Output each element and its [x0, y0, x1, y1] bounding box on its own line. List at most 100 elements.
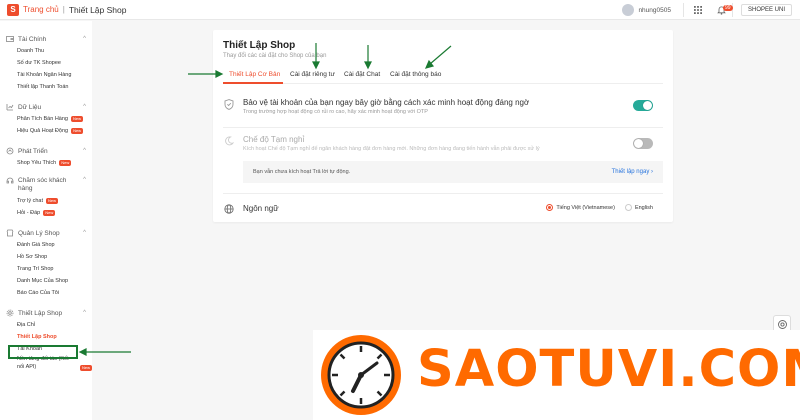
- vacation-description: Kích hoạt Chế độ Tạm nghỉ để ngăn khách …: [243, 146, 540, 152]
- growth-icon: [6, 147, 14, 155]
- sidebar-section-growth: Phát Triển ^ Shop Yêu Thích New: [0, 145, 92, 169]
- sidebar-section-header[interactable]: Chăm sóc khách hàng ^: [0, 177, 92, 193]
- language-radio-group: Tiếng Việt (Vietnamese) English: [546, 204, 653, 211]
- setup-now-label: Thiết lập ngay: [611, 169, 650, 175]
- sidebar-section-header[interactable]: Dữ Liệu ^: [0, 101, 92, 113]
- sidebar: Tài Chính ^ Doanh Thu Số dư TK Shopee Tà…: [0, 21, 92, 420]
- chevron-up-icon[interactable]: ^: [83, 36, 86, 42]
- divider: [223, 127, 663, 128]
- sidebar-item-shop-settings[interactable]: Thiết Lập Shop: [17, 331, 92, 343]
- vacation-toggle[interactable]: [633, 138, 653, 149]
- security-title: Bảo vệ tài khoản của bạn ngay bây giờ bằ…: [243, 98, 530, 107]
- settings-tabs: Thiết Lập Cơ Bản Cài đặt riêng tư Cài đặ…: [223, 68, 663, 84]
- tab-chat-settings[interactable]: Cài đặt Chat: [344, 71, 380, 78]
- sidebar-section-header[interactable]: Thiết Lập Shop ^: [0, 307, 92, 319]
- sidebar-item-label: Shop Yêu Thích: [17, 160, 57, 166]
- sidebar-item-my-reports[interactable]: Báo Cáo Của Tôi: [17, 287, 92, 299]
- active-item-highlight-box: [8, 345, 78, 359]
- notification-bell-icon[interactable]: 99: [712, 4, 733, 15]
- sidebar-item-performance[interactable]: Hiệu Quả Hoạt Động New: [17, 125, 92, 137]
- chart-icon: [6, 103, 14, 111]
- language-title: Ngôn ngữ: [243, 204, 279, 213]
- store-icon: [6, 229, 14, 237]
- sidebar-item-payment-settings[interactable]: Thiết lập Thanh Toán: [17, 81, 92, 93]
- sidebar-item-sales-analysis[interactable]: Phân Tích Bán Hàng New: [17, 113, 92, 125]
- tab-privacy-settings[interactable]: Cài đặt riêng tư: [290, 71, 335, 78]
- sidebar-item-shop-decoration[interactable]: Trang Trí Shop: [17, 263, 92, 275]
- sidebar-item-shop-rating[interactable]: Đánh Giá Shop: [17, 239, 92, 251]
- toggle-knob: [634, 139, 643, 148]
- sidebar-item-label: Phân Tích Bán Hàng: [17, 116, 68, 122]
- sidebar-section-header[interactable]: Tài Chính ^: [0, 33, 92, 45]
- page-subtitle: Thay đổi các cài đặt cho Shop của bạn: [223, 53, 327, 59]
- avatar[interactable]: [622, 4, 635, 16]
- moon-icon: [223, 135, 235, 147]
- sidebar-section-header[interactable]: Phát Triển ^: [0, 145, 92, 157]
- breadcrumb-current: Thiết Lập Shop: [68, 4, 127, 15]
- chevron-up-icon[interactable]: ^: [83, 310, 86, 316]
- sidebar-section-shop-settings: Thiết Lập Shop ^ Địa Chỉ Thiết Lập Shop …: [0, 307, 92, 371]
- radio-vietnamese[interactable]: [546, 204, 554, 211]
- breadcrumb-home[interactable]: Trang chủ: [23, 5, 59, 14]
- security-description: Trong trường hợp hoạt động có rủi ro cao…: [243, 109, 428, 115]
- new-badge: New: [59, 160, 72, 166]
- sidebar-section-title: Chăm sóc khách hàng: [18, 177, 67, 192]
- new-badge: New: [43, 210, 56, 216]
- sidebar-section-customer-care: Chăm sóc khách hàng ^ Trợ lý chat New Hỏi…: [0, 177, 92, 219]
- sidebar-item-label: Trợ lý chat: [17, 198, 44, 204]
- radio-english[interactable]: [624, 204, 632, 211]
- watermark-banner: SAOTUVI.COM: [313, 330, 800, 420]
- security-row: Bảo vệ tài khoản của bạn ngay bây giờ bằ…: [223, 98, 663, 122]
- sidebar-item-balance[interactable]: Số dư TK Shopee: [17, 57, 92, 69]
- username[interactable]: nhung0505: [638, 7, 671, 14]
- new-badge: New: [70, 116, 83, 122]
- shop-name-button[interactable]: SHOPEE UNI: [740, 4, 792, 16]
- sidebar-item-address[interactable]: Địa Chỉ: [17, 319, 92, 331]
- globe-icon: [223, 203, 235, 215]
- toggle-knob: [643, 101, 652, 110]
- support-icon: [6, 177, 14, 185]
- shopee-logo-icon[interactable]: S: [7, 3, 19, 16]
- breadcrumb-separator: |: [62, 5, 65, 14]
- tab-basic-settings[interactable]: Thiết Lập Cơ Bản: [229, 71, 280, 78]
- wallet-icon: [6, 35, 14, 43]
- sidebar-item-shop-categories[interactable]: Danh Mục Của Shop: [17, 275, 92, 287]
- radio-vietnamese-label[interactable]: Tiếng Việt (Vietnamese): [556, 205, 615, 211]
- sidebar-section-header[interactable]: Quản Lý Shop ^: [0, 227, 92, 239]
- security-toggle[interactable]: [633, 100, 653, 111]
- tab-notification-settings[interactable]: Cài đặt thông báo: [390, 71, 441, 78]
- sidebar-item-label: Hiệu Quả Hoạt Động: [17, 128, 69, 134]
- sidebar-item-shop-profile[interactable]: Hồ Sơ Shop: [17, 251, 92, 263]
- shield-icon: [223, 98, 235, 110]
- sidebar-section-shop-management: Quản Lý Shop ^ Đánh Giá Shop Hồ Sơ Shop …: [0, 227, 92, 299]
- sidebar-item-bank-account[interactable]: Tài Khoản Ngân Hàng: [17, 69, 92, 81]
- top-bar: S Trang chủ | Thiết Lập Shop nhung0505 9…: [0, 0, 800, 20]
- chevron-up-icon[interactable]: ^: [83, 104, 86, 110]
- sidebar-section-title: Tài Chính: [18, 35, 47, 43]
- chevron-up-icon[interactable]: ^: [83, 230, 86, 236]
- notice-text: Bạn vẫn chưa kích hoạt Trả lời tự động.: [253, 169, 351, 175]
- sidebar-item-qa[interactable]: Hỏi - Đáp New: [17, 207, 92, 219]
- sidebar-section-data: Dữ Liệu ^ Phân Tích Bán Hàng New Hiệu Quả…: [0, 101, 92, 137]
- sidebar-section-finance: Tài Chính ^ Doanh Thu Số dư TK Shopee Tà…: [0, 33, 92, 93]
- divider: [682, 3, 684, 17]
- apps-grid-icon[interactable]: [688, 6, 708, 14]
- sidebar-item-chat-assistant[interactable]: Trợ lý chat New: [17, 195, 92, 207]
- chevron-up-icon[interactable]: ^: [83, 177, 86, 183]
- sidebar-section-title: Thiết Lập Shop: [18, 309, 63, 317]
- new-badge: New: [79, 365, 92, 371]
- vacation-title: Chế độ Tạm nghỉ: [243, 135, 305, 144]
- sidebar-section-title: Phát Triển: [18, 147, 48, 155]
- radio-english-label[interactable]: English: [635, 205, 653, 211]
- chevron-up-icon[interactable]: ^: [83, 148, 86, 154]
- sidebar-item-favorite-shop[interactable]: Shop Yêu Thích New: [17, 157, 92, 169]
- watermark-text: SAOTUVI.COM: [417, 340, 800, 399]
- setup-now-link[interactable]: Thiết lập ngay ›: [612, 169, 653, 175]
- new-badge: New: [46, 198, 59, 204]
- sidebar-section-title: Dữ Liệu: [18, 103, 42, 111]
- sidebar-item-label: Hỏi - Đáp: [17, 210, 41, 216]
- sidebar-item-revenue[interactable]: Doanh Thu: [17, 45, 92, 57]
- divider: [223, 193, 663, 194]
- page-title: Thiết Lập Shop: [223, 40, 296, 51]
- clock-logo-icon: [321, 335, 401, 415]
